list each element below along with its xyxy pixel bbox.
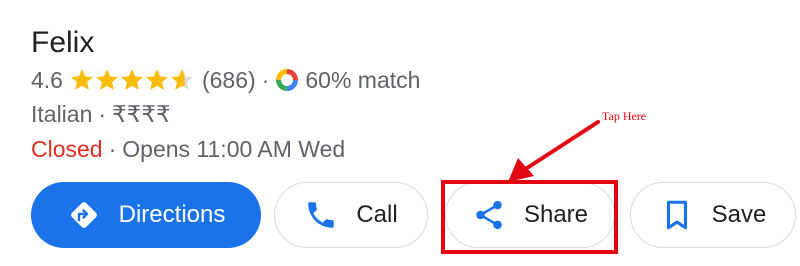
star-icon bbox=[121, 69, 143, 90]
share-button[interactable]: Share bbox=[445, 182, 615, 248]
opening-hours: Opens 11:00 AM Wed bbox=[122, 135, 346, 162]
save-button[interactable]: Save bbox=[630, 182, 796, 248]
share-icon bbox=[472, 198, 506, 232]
separator-dot: · bbox=[108, 135, 117, 162]
phone-icon bbox=[304, 198, 338, 232]
star-icon bbox=[146, 69, 168, 90]
hours-row[interactable]: Closed · Opens 11:00 AM Wed bbox=[31, 134, 345, 164]
price-level: ₹₹₹₹ bbox=[112, 100, 171, 127]
rating-row: 4.6 (686) · 60% match bbox=[31, 64, 420, 96]
tap-here-annotation: Tap Here bbox=[602, 109, 647, 123]
separator-dot: · bbox=[261, 66, 270, 93]
place-name: Felix bbox=[31, 26, 95, 59]
star-icon bbox=[171, 69, 193, 90]
directions-icon bbox=[67, 198, 101, 232]
category-row: Italian · ₹₹₹₹ bbox=[31, 99, 171, 129]
star-icon bbox=[71, 69, 93, 90]
open-status: Closed bbox=[31, 135, 103, 162]
star-icon bbox=[96, 69, 118, 90]
directions-label: Directions bbox=[118, 201, 226, 228]
cuisine-label: Italian bbox=[31, 100, 93, 127]
call-label: Call bbox=[356, 201, 398, 228]
review-count[interactable]: (686) bbox=[202, 67, 256, 94]
bookmark-icon bbox=[660, 198, 694, 232]
directions-button[interactable]: Directions bbox=[31, 182, 261, 248]
match-percentage: 60% match bbox=[305, 66, 421, 93]
pointer-arrow-icon bbox=[508, 120, 600, 182]
star-rating bbox=[69, 67, 194, 93]
call-button[interactable]: Call bbox=[274, 182, 428, 248]
separator-dot: · bbox=[98, 100, 107, 127]
rating-value: 4.6 bbox=[31, 66, 63, 93]
share-label: Share bbox=[523, 201, 589, 228]
google-match-icon bbox=[276, 69, 299, 91]
save-label: Save bbox=[711, 201, 767, 228]
